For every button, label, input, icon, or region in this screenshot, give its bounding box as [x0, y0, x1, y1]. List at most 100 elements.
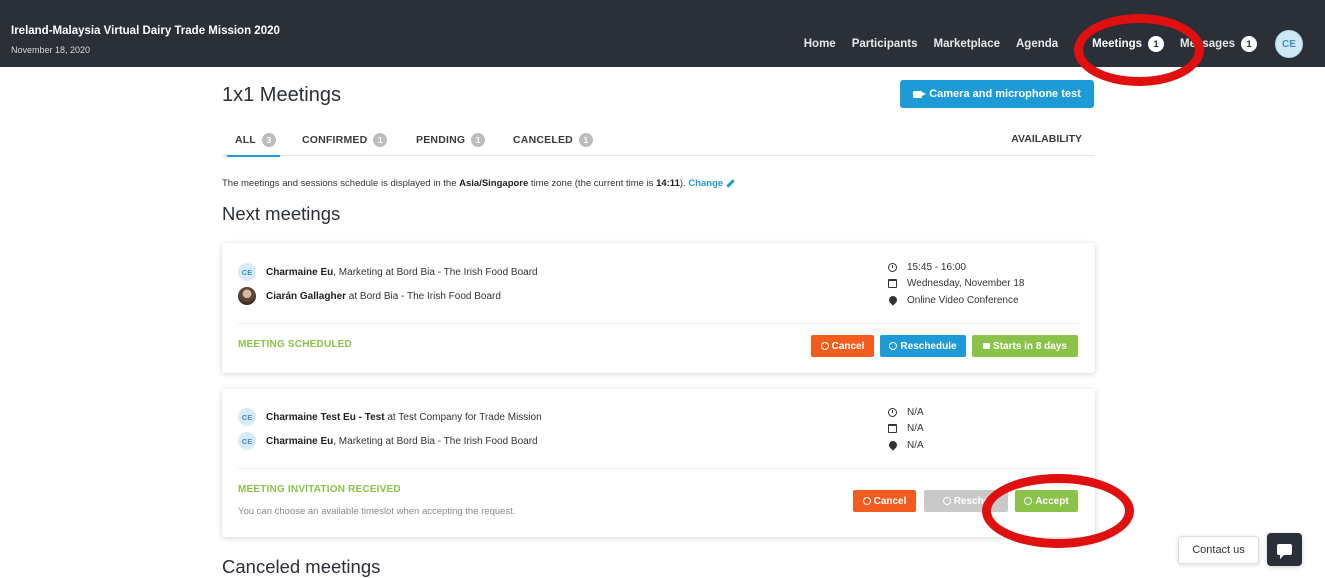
- nav-participants[interactable]: Participants: [852, 38, 918, 50]
- nav-messages-label: Messages: [1180, 38, 1235, 50]
- meeting-time-row: N/A: [888, 404, 924, 420]
- meetings-count-badge: 1: [1148, 36, 1165, 52]
- location-pin-icon: [887, 294, 899, 306]
- tab-all[interactable]: ALL 3: [226, 133, 281, 157]
- meeting-date-row: N/A: [888, 421, 924, 437]
- top-bar: Ireland-Malaysia Virtual Dairy Trade Mis…: [0, 0, 1325, 67]
- location-pin-icon: [887, 439, 899, 451]
- tab-canceled[interactable]: CANCELED 1: [513, 133, 593, 147]
- tab-confirmed-label: CONFIRMED: [302, 134, 368, 146]
- meeting-location-row: Online Video Conference: [887, 292, 1024, 308]
- participant-name[interactable]: Ciarán Gallagher: [266, 291, 346, 302]
- meeting-time: N/A: [907, 406, 924, 418]
- meeting-status-hint: You can choose an available timeslot whe…: [238, 506, 516, 517]
- participant-name[interactable]: Charmaine Test Eu - Test: [266, 412, 385, 423]
- accept-label: Accept: [1035, 495, 1069, 507]
- change-timezone-link[interactable]: Change: [688, 178, 735, 189]
- tab-canceled-count: 1: [578, 133, 593, 147]
- timezone-note: The meetings and sessions schedule is di…: [222, 178, 735, 189]
- event-title[interactable]: Ireland-Malaysia Virtual Dairy Trade Mis…: [11, 25, 280, 37]
- main-nav: Home Participants Marketplace Agenda Mee…: [788, 30, 1303, 58]
- page-title: 1x1 Meetings: [222, 84, 341, 106]
- participant-name[interactable]: Charmaine Eu: [266, 436, 333, 447]
- tz-prefix: The meetings and sessions schedule is di…: [222, 178, 460, 189]
- tz-current-time: 14:11: [656, 178, 680, 189]
- participant-text: Charmaine Eu, Marketing at Bord Bia - Th…: [266, 267, 538, 278]
- meeting-details: 15:45 - 16:00 Wednesday, November 18 Onl…: [887, 259, 1024, 309]
- participant-avatar[interactable]: CE: [238, 432, 256, 450]
- participant-affiliation: at Bord Bia - The Irish Food Board: [346, 290, 501, 302]
- nav-messages[interactable]: Messages 1: [1180, 36, 1257, 52]
- tab-canceled-label: CANCELED: [513, 134, 573, 146]
- meeting-location: N/A: [907, 439, 924, 451]
- clock-icon: [888, 407, 897, 417]
- reschedule-button-disabled: Resche: [924, 490, 1008, 512]
- meeting-details: N/A N/A N/A: [887, 404, 924, 454]
- cancel-icon: [862, 497, 871, 505]
- meeting-date: N/A: [907, 423, 924, 434]
- meeting-time-row: 15:45 - 16:00: [888, 259, 1024, 275]
- tz-middle: time zone (the current time is: [528, 178, 657, 189]
- nav-agenda[interactable]: Agenda: [1016, 38, 1058, 50]
- participant-text: Charmaine Eu, Marketing at Bord Bia - Th…: [266, 436, 538, 447]
- nav-home-label: Home: [803, 38, 836, 50]
- card-divider: [238, 323, 1079, 324]
- participant-text: Charmaine Test Eu - Test at Test Company…: [266, 412, 542, 423]
- contact-us-button[interactable]: Contact us: [1178, 536, 1259, 564]
- video-camera-icon: [913, 90, 927, 98]
- nav-meetings[interactable]: Meetings 1: [1092, 36, 1165, 52]
- chat-icon: [1277, 544, 1292, 559]
- change-timezone-label: Change: [688, 178, 724, 189]
- reschedule-button[interactable]: Reschedule: [880, 335, 966, 357]
- nav-participants-label: Participants: [851, 38, 918, 50]
- nav-home[interactable]: Home: [804, 38, 836, 50]
- participant-name[interactable]: Charmaine Eu: [266, 267, 333, 278]
- canceled-meetings-title: Canceled meetings: [222, 556, 381, 577]
- user-avatar[interactable]: CE: [1275, 30, 1303, 58]
- event-date: November 18, 2020: [11, 45, 91, 55]
- nav-meetings-label: Meetings: [1092, 38, 1143, 50]
- cancel-icon: [820, 342, 829, 350]
- meeting-location: Online Video Conference: [907, 294, 1019, 306]
- check-circle-icon: [1024, 497, 1033, 505]
- participant-row: Ciarán Gallagher at Bord Bia - The Irish…: [238, 287, 501, 305]
- tab-pending-count: 1: [471, 133, 486, 147]
- nav-marketplace-label: Marketplace: [933, 38, 1000, 50]
- participant-affiliation: at Test Company for Trade Mission: [384, 411, 542, 423]
- accept-button[interactable]: Accept: [1015, 490, 1078, 512]
- clock-icon: [889, 342, 898, 350]
- cancel-button[interactable]: Cancel: [811, 335, 874, 357]
- tab-availability[interactable]: AVAILABILITY: [1011, 133, 1082, 145]
- nav-agenda-label: Agenda: [1016, 38, 1059, 50]
- meeting-card: CE Charmaine Eu, Marketing at Bord Bia -…: [222, 243, 1095, 373]
- participant-avatar[interactable]: CE: [238, 408, 256, 426]
- participant-text: Ciarán Gallagher at Bord Bia - The Irish…: [266, 291, 501, 302]
- clock-icon: [942, 497, 951, 505]
- meeting-date-row: Wednesday, November 18: [888, 276, 1024, 292]
- meeting-tabs: ALL 3 CONFIRMED 1 PENDING 1 CANCELED 1 AVAIL…: [222, 129, 1095, 157]
- tab-confirmed[interactable]: CONFIRMED 1: [302, 133, 388, 147]
- meeting-date: Wednesday, November 18: [907, 278, 1025, 289]
- nav-marketplace[interactable]: Marketplace: [934, 38, 1000, 50]
- cancel-label: Cancel: [873, 495, 907, 507]
- next-meetings-title: Next meetings: [222, 203, 341, 224]
- tab-pending[interactable]: PENDING 1: [416, 133, 486, 147]
- participant-avatar[interactable]: CE: [238, 263, 256, 281]
- calendar-icon: [888, 279, 897, 288]
- meeting-status: MEETING SCHEDULED: [238, 339, 352, 350]
- tab-confirmed-count: 1: [373, 133, 388, 147]
- starts-label: Starts in 8 days: [993, 340, 1067, 352]
- chat-button[interactable]: [1267, 533, 1302, 566]
- meeting-time: 15:45 - 16:00: [907, 261, 966, 273]
- participant-photo-avatar[interactable]: [238, 287, 256, 305]
- participant-row: CE Charmaine Test Eu - Test at Test Comp…: [238, 408, 542, 426]
- reschedule-label: Reschedule: [900, 340, 957, 352]
- meeting-card: CE Charmaine Test Eu - Test at Test Comp…: [222, 389, 1095, 537]
- camera-test-button[interactable]: Camera and microphone test: [900, 80, 1094, 108]
- cancel-button[interactable]: Cancel: [853, 490, 916, 512]
- meeting-status: MEETING INVITATION RECEIVED: [238, 484, 401, 495]
- meeting-location-row: N/A: [887, 437, 924, 453]
- join-meeting-button[interactable]: Starts in 8 days: [972, 335, 1078, 357]
- reschedule-label: Resche: [953, 495, 990, 507]
- participant-row: CE Charmaine Eu, Marketing at Bord Bia -…: [238, 263, 538, 281]
